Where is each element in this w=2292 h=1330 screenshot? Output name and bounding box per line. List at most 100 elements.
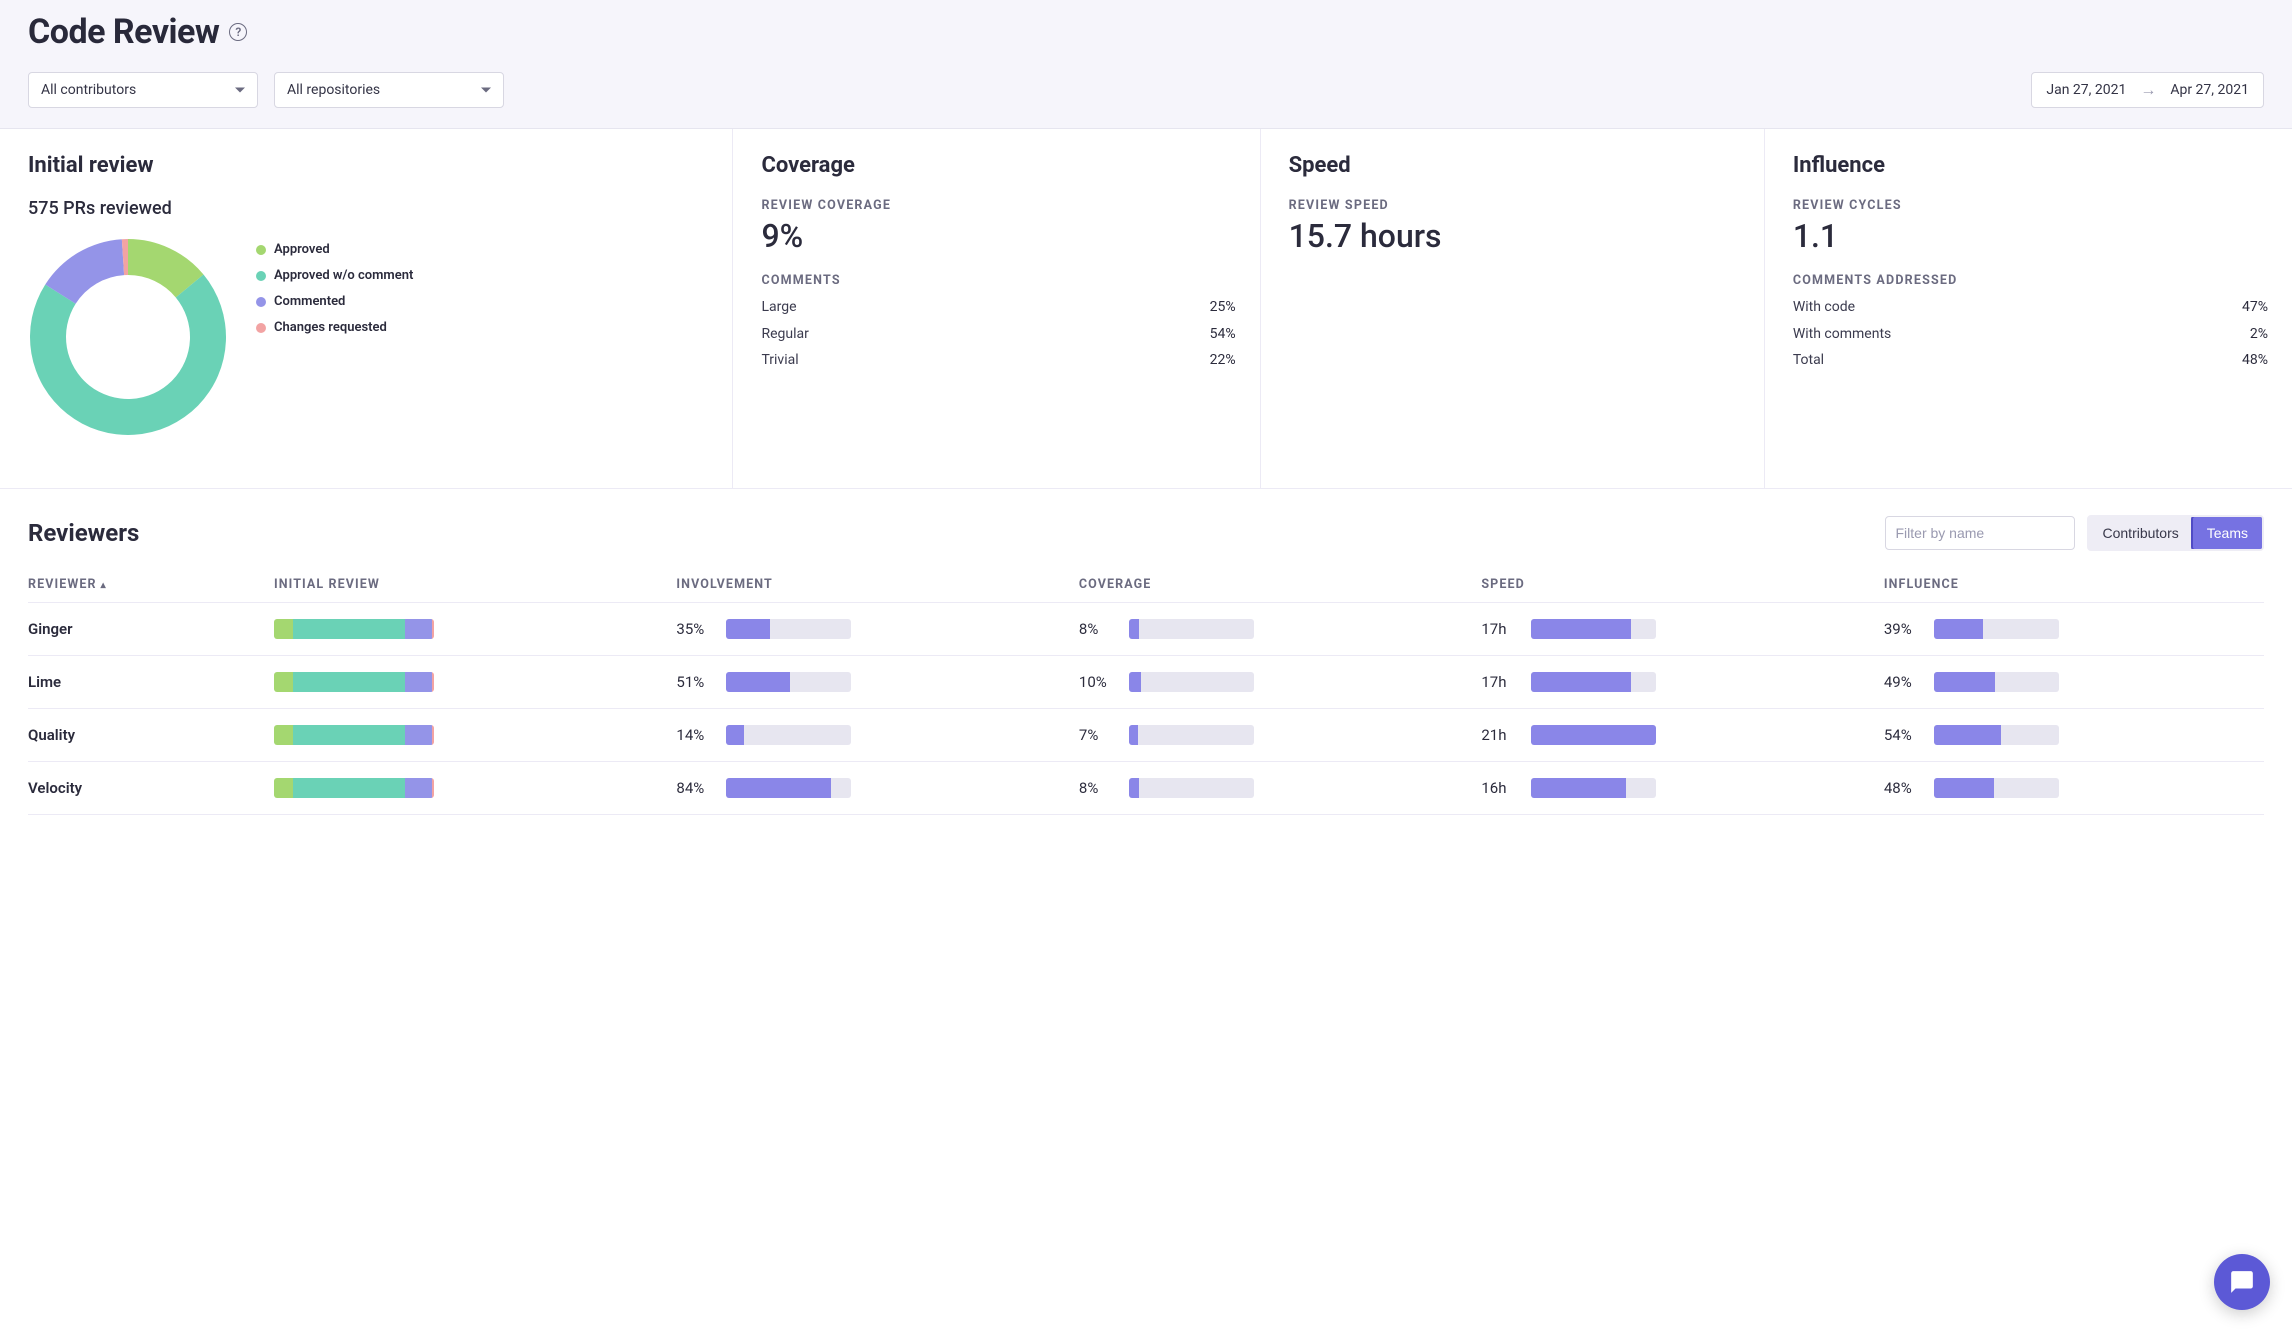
legend-label: Approved w/o comment: [274, 263, 413, 289]
stack-segment: [293, 619, 405, 639]
chat-fab[interactable]: [2214, 1254, 2270, 1310]
initial-review-cell: [274, 762, 676, 815]
coverage-cell: 7%: [1079, 725, 1471, 745]
stack-segment: [432, 672, 434, 692]
involvement-bar: [726, 725, 851, 745]
stack-segment: [432, 619, 434, 639]
metric-label: REVIEW CYCLES: [1793, 198, 2268, 213]
contributors-teams-toggle: Contributors Teams: [2087, 515, 2265, 551]
influence-cell: 48%: [1884, 778, 2254, 798]
initial-review-donut: [28, 237, 228, 437]
legend-label: Changes requested: [274, 315, 387, 341]
table-row[interactable]: Quality14%7%21h54%: [28, 709, 2264, 762]
coverage-value: 7%: [1079, 726, 1117, 744]
legend-item: Changes requested: [256, 315, 413, 341]
kpi-initial-review: Initial review 575 PRs reviewed Approved…: [0, 129, 733, 488]
kv-key: Large: [761, 294, 796, 321]
influence-bar-fill: [1934, 725, 2002, 745]
coverage-cell: 10%: [1079, 672, 1471, 692]
stack-segment: [274, 672, 293, 692]
involvement-cell: 51%: [676, 672, 1068, 692]
speed-bar-fill: [1531, 619, 1631, 639]
involvement-bar: [726, 778, 851, 798]
influence-value: 48%: [1884, 779, 1922, 797]
chevron-down-icon: [481, 88, 491, 93]
kpi-grid: Initial review 575 PRs reviewed Approved…: [0, 129, 2292, 489]
legend-item: Approved: [256, 237, 413, 263]
speed-bar-fill: [1531, 725, 1656, 745]
repositories-select[interactable]: All repositories: [274, 72, 504, 108]
reviewer-name: Velocity: [28, 762, 274, 815]
influence-cell: 49%: [1884, 672, 2254, 692]
influence-bar: [1934, 778, 2059, 798]
filter-by-name-input[interactable]: [1885, 516, 2075, 550]
toggle-teams-button[interactable]: Teams: [2191, 515, 2264, 551]
kpi-title: Initial review: [28, 153, 708, 178]
contributors-select-label: All contributors: [41, 82, 136, 98]
kv-value: 2%: [2250, 321, 2268, 348]
speed-bar-fill: [1531, 778, 1626, 798]
review-cycles-value: 1.1: [1793, 217, 2268, 255]
date-from: Jan 27, 2021: [2046, 82, 2126, 98]
influence-bar: [1934, 619, 2059, 639]
influence-value: 49%: [1884, 673, 1922, 691]
reviewer-name: Ginger: [28, 603, 274, 656]
col-initial-review[interactable]: INITIAL REVIEW: [274, 569, 676, 603]
toggle-contributors-button[interactable]: Contributors: [2089, 517, 2193, 549]
stack-segment: [432, 778, 434, 798]
col-reviewer[interactable]: REVIEWER▴: [28, 569, 274, 603]
influence-bar: [1934, 672, 2059, 692]
kv-row: With code47%: [1793, 294, 2268, 321]
speed-cell: 17h: [1481, 672, 1873, 692]
coverage-value: 8%: [1079, 620, 1117, 638]
col-speed[interactable]: SPEED: [1481, 569, 1883, 603]
section-title: Reviewers: [28, 519, 139, 547]
speed-bar: [1531, 778, 1656, 798]
kv-row: Regular54%: [761, 321, 1235, 348]
involvement-value: 84%: [676, 779, 714, 797]
repositories-select-label: All repositories: [287, 82, 380, 98]
involvement-bar: [726, 619, 851, 639]
legend-dot-icon: [256, 323, 266, 333]
influence-bar: [1934, 725, 2059, 745]
initial-review-stack-bar: [274, 725, 434, 745]
stack-segment: [274, 619, 293, 639]
involvement-value: 14%: [676, 726, 714, 744]
influence-bar-fill: [1934, 619, 1983, 639]
page-title: Code Review: [28, 12, 219, 52]
involvement-cell: 84%: [676, 778, 1068, 798]
speed-cell: 16h: [1481, 778, 1873, 798]
help-icon[interactable]: ?: [229, 23, 247, 41]
col-involvement[interactable]: INVOLVEMENT: [676, 569, 1078, 603]
prs-reviewed-label: 575 PRs reviewed: [28, 198, 708, 219]
kv-row: Total48%: [1793, 347, 2268, 374]
stack-segment: [274, 725, 293, 745]
date-range-picker[interactable]: Jan 27, 2021 → Apr 27, 2021: [2031, 72, 2264, 108]
comments-addressed-list: With code47%With comments 2%Total48%: [1793, 294, 2268, 374]
table-row[interactable]: Lime51%10%17h49%: [28, 656, 2264, 709]
col-influence[interactable]: INFLUENCE: [1884, 569, 2264, 603]
metric-label: REVIEW SPEED: [1289, 198, 1740, 213]
kv-value: 22%: [1210, 347, 1236, 374]
reviewer-name: Quality: [28, 709, 274, 762]
speed-value: 17h: [1481, 673, 1519, 691]
coverage-bar-fill: [1129, 725, 1138, 745]
col-coverage[interactable]: COVERAGE: [1079, 569, 1481, 603]
legend-dot-icon: [256, 297, 266, 307]
involvement-value: 35%: [676, 620, 714, 638]
kv-value: 25%: [1210, 294, 1236, 321]
kv-key: With comments: [1793, 321, 1891, 348]
legend-dot-icon: [256, 271, 266, 281]
involvement-bar-fill: [726, 778, 831, 798]
legend-label: Approved: [274, 237, 330, 263]
kv-key: Regular: [761, 321, 808, 348]
influence-cell: 39%: [1884, 619, 2254, 639]
influence-cell: 54%: [1884, 725, 2254, 745]
stack-segment: [405, 725, 432, 745]
coverage-value: 10%: [1079, 673, 1117, 691]
table-row[interactable]: Velocity84%8%16h48%: [28, 762, 2264, 815]
contributors-select[interactable]: All contributors: [28, 72, 258, 108]
kv-row: Trivial22%: [761, 347, 1235, 374]
table-row[interactable]: Ginger35%8%17h39%: [28, 603, 2264, 656]
influence-bar-fill: [1934, 672, 1995, 692]
